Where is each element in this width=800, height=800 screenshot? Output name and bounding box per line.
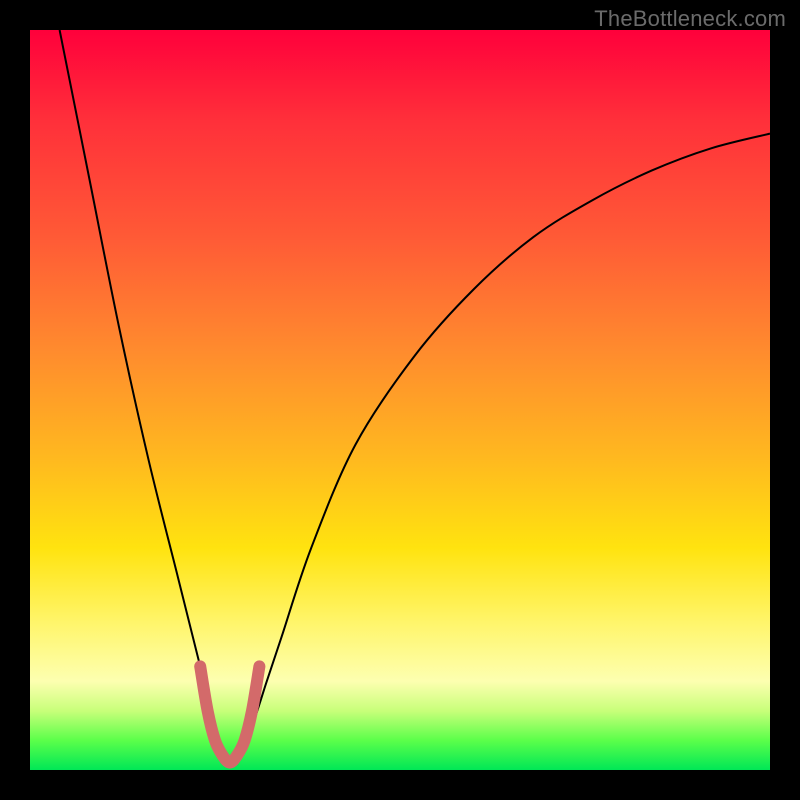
watermark-label: TheBottleneck.com	[594, 6, 786, 32]
bottleneck-curve	[60, 30, 770, 763]
chart-svg	[30, 30, 770, 770]
optimal-region-marker	[200, 666, 259, 762]
chart-frame	[30, 30, 770, 770]
